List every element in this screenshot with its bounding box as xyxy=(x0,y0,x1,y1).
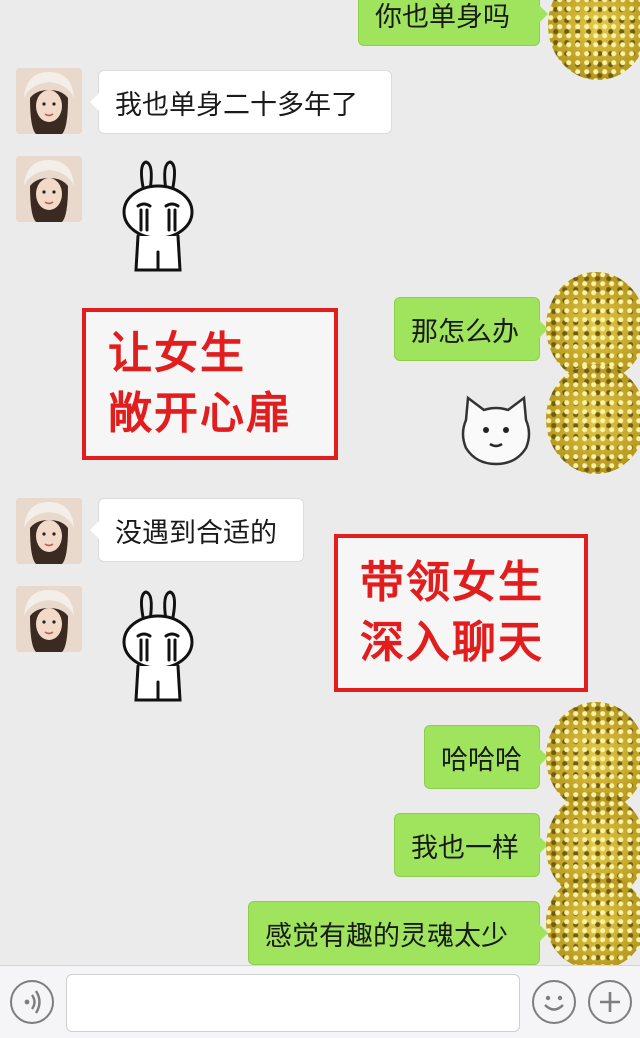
message-text: 我也一样 xyxy=(411,832,519,864)
cat-face-icon xyxy=(461,395,531,466)
contact-avatar[interactable] xyxy=(16,156,82,222)
plus-button[interactable] xyxy=(588,980,632,1024)
my-avatar[interactable] xyxy=(546,874,640,970)
cat-face-sticker[interactable] xyxy=(456,390,536,470)
message-text: 哈哈哈 xyxy=(441,744,522,776)
message-bubble-in[interactable]: 我也单身二十多年了 xyxy=(90,70,392,134)
girl-avatar-icon xyxy=(16,156,82,222)
contact-avatar[interactable] xyxy=(16,586,82,652)
crying-rabbit-sticker[interactable] xyxy=(116,156,200,276)
message-text: 感觉有趣的灵魂太少 xyxy=(265,920,508,952)
message-bubble-out[interactable]: 你也单身吗 xyxy=(358,0,548,46)
caption-line: 敞开心扉 xyxy=(108,388,292,439)
emoji-icon xyxy=(544,995,564,1011)
message-text: 那怎么办 xyxy=(411,316,519,348)
promo-caption-box: 带领女生 深入聊天 xyxy=(334,534,588,692)
chat-input-bar xyxy=(0,965,640,1038)
message-bubble-out[interactable]: 那怎么办 xyxy=(394,297,548,361)
caption-line: 带领女生 xyxy=(360,557,544,608)
girl-avatar-icon xyxy=(16,68,82,134)
message-bubble-in[interactable]: 没遇到合适的 xyxy=(90,498,304,562)
crying-rabbit-icon xyxy=(122,160,194,272)
contact-avatar[interactable] xyxy=(16,68,82,134)
my-avatar[interactable] xyxy=(548,0,640,80)
emoji-button[interactable] xyxy=(532,980,576,1024)
voice-button[interactable] xyxy=(10,980,54,1024)
crying-rabbit-sticker[interactable] xyxy=(116,586,200,706)
message-text: 我也单身二十多年了 xyxy=(115,89,358,121)
plus-icon xyxy=(600,992,620,1012)
message-text: 没遇到合适的 xyxy=(115,517,277,549)
message-bubble-out[interactable]: 哈哈哈 xyxy=(424,725,548,789)
voice-icon xyxy=(24,990,41,1014)
promo-caption-box: 让女生 敞开心扉 xyxy=(82,308,338,460)
caption-line: 让女生 xyxy=(108,328,246,379)
message-text: 你也单身吗 xyxy=(375,1,510,33)
caption-line: 深入聊天 xyxy=(360,617,544,668)
girl-avatar-icon xyxy=(16,586,82,652)
crying-rabbit-icon xyxy=(122,590,194,702)
my-avatar[interactable] xyxy=(546,364,640,474)
message-bubble-out[interactable]: 我也一样 xyxy=(394,813,548,877)
girl-avatar-icon xyxy=(16,498,82,564)
message-input[interactable] xyxy=(66,974,520,1032)
contact-avatar[interactable] xyxy=(16,498,82,564)
message-bubble-out[interactable]: 感觉有趣的灵魂太少 xyxy=(248,901,548,965)
